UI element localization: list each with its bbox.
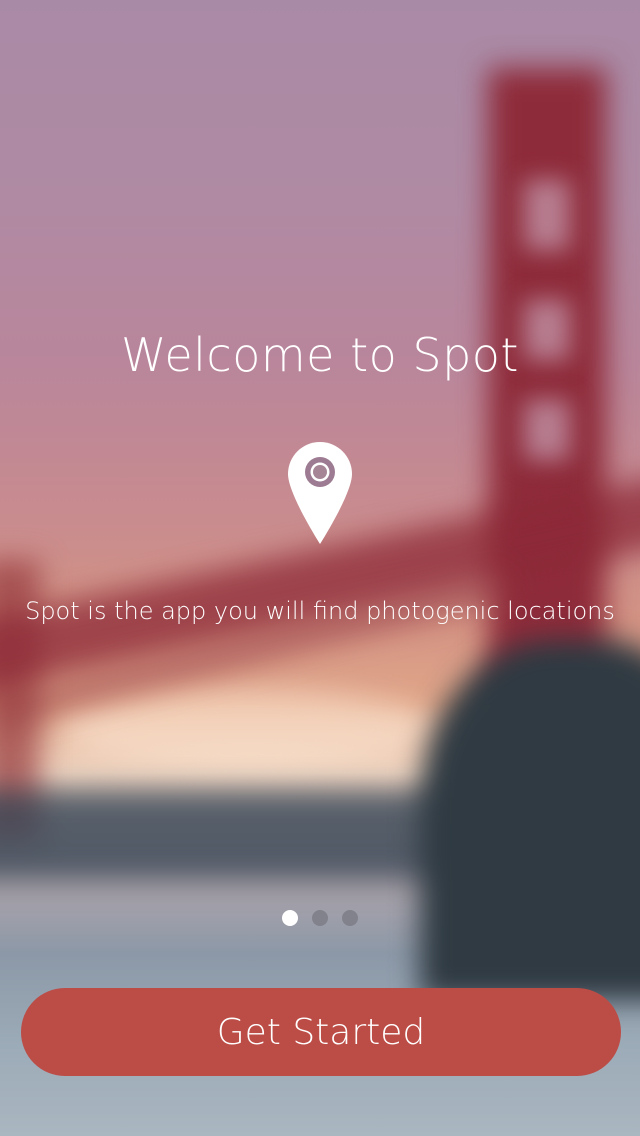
onboarding-content: Welcome to Spot Spot is the app you will… xyxy=(0,0,640,1136)
map-pin-icon xyxy=(288,442,352,544)
welcome-title: Welcome to Spot xyxy=(121,328,519,382)
page-dot-active[interactable] xyxy=(282,910,298,926)
onboarding-screen: Welcome to Spot Spot is the app you will… xyxy=(0,0,640,1136)
welcome-subtitle: Spot is the app you will find photogenic… xyxy=(25,597,615,625)
page-dot[interactable] xyxy=(342,910,358,926)
get-started-button[interactable]: Get Started xyxy=(21,988,621,1076)
page-dot[interactable] xyxy=(312,910,328,926)
page-indicator xyxy=(0,910,640,926)
